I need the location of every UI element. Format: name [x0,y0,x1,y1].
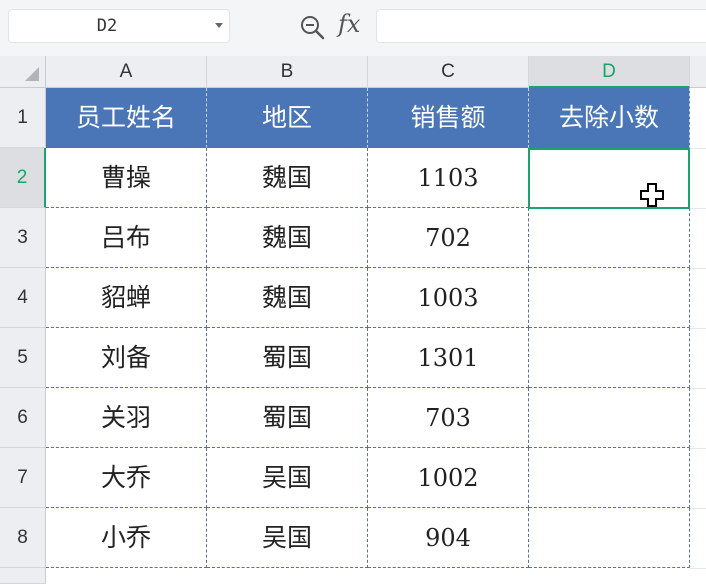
cell-c4[interactable]: 1003 [368,268,529,328]
cell-a1[interactable]: 员工姓名 [46,88,207,148]
column-header-empty [690,56,706,88]
zoom-icon[interactable] [298,13,326,41]
fx-icon[interactable]: fx [338,10,360,38]
cell-d1[interactable]: 去除小数 [529,88,690,148]
cell-c8[interactable]: 904 [368,508,529,568]
cell-d7[interactable] [529,448,690,508]
grid-line [690,448,706,449]
cell-a3[interactable]: 吕布 [46,208,207,268]
cell-d5[interactable] [529,328,690,388]
cell-a4[interactable]: 貂蝉 [46,268,207,328]
row-header-empty [0,568,46,584]
cell-a6[interactable]: 关羽 [46,388,207,448]
cell-c6[interactable]: 703 [368,388,529,448]
cell-b4[interactable]: 魏国 [207,268,368,328]
cell-a7[interactable]: 大乔 [46,448,207,508]
cell-d4[interactable] [529,268,690,328]
name-box-value: D2 [96,16,118,36]
grid-line [690,508,706,509]
grid-line [690,148,706,149]
grid-line [690,388,706,389]
cell-b7[interactable]: 吴国 [207,448,368,508]
cell-b1[interactable]: 地区 [207,88,368,148]
row-header-7[interactable]: 7 [0,448,46,508]
cell-b3[interactable]: 魏国 [207,208,368,268]
cell-c1[interactable]: 销售额 [368,88,529,148]
cell-d6[interactable] [529,388,690,448]
chevron-down-icon[interactable] [215,23,223,28]
name-box[interactable]: D2 [8,9,230,43]
cell-b2[interactable]: 魏国 [207,148,368,208]
grid-line [690,328,706,329]
cell-b5[interactable]: 蜀国 [207,328,368,388]
grid-line [690,568,706,569]
cell-c2[interactable]: 1103 [368,148,529,208]
formula-input[interactable] [376,9,706,43]
cell-d3[interactable] [529,208,690,268]
cell-c7[interactable]: 1002 [368,448,529,508]
row-header-2[interactable]: 2 [0,148,46,208]
column-header-d[interactable]: D [529,56,690,88]
select-all-corner[interactable] [0,56,46,88]
column-header-b[interactable]: B [207,56,368,88]
column-header-c[interactable]: C [368,56,529,88]
row-header-8[interactable]: 8 [0,508,46,568]
column-header-a[interactable]: A [46,56,207,88]
cell-b8[interactable]: 吴国 [207,508,368,568]
cell-a5[interactable]: 刘备 [46,328,207,388]
cell-a2[interactable]: 曹操 [46,148,207,208]
cell-d8[interactable] [529,508,690,568]
cell-c3[interactable]: 702 [368,208,529,268]
cell-a8[interactable]: 小乔 [46,508,207,568]
row-header-4[interactable]: 4 [0,268,46,328]
row-header-1[interactable]: 1 [0,88,46,148]
row-header-3[interactable]: 3 [0,208,46,268]
cross-cursor-icon [640,183,664,207]
row-header-5[interactable]: 5 [0,328,46,388]
row-header-6[interactable]: 6 [0,388,46,448]
cell-c5[interactable]: 1301 [368,328,529,388]
corner-triangle-icon [25,67,39,81]
grid-line [690,208,706,209]
formula-bar: D2 fx [0,0,706,56]
active-cell-selection[interactable] [528,148,690,209]
grid-line [690,268,706,269]
cell-b6[interactable]: 蜀国 [207,388,368,448]
